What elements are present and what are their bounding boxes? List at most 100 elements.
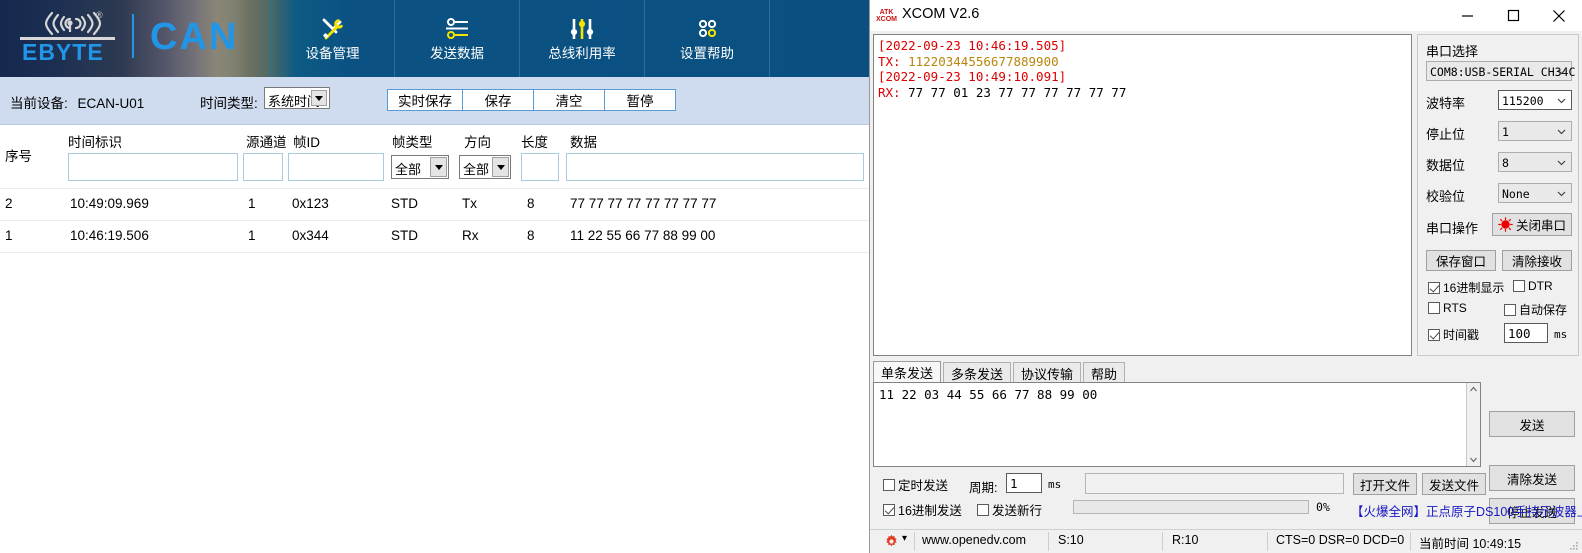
product-name: CAN: [150, 16, 239, 58]
com-port-select[interactable]: COM8:USB-SERIAL CH34C: [1426, 61, 1575, 81]
hex-display-checkbox[interactable]: 16进制显示: [1428, 279, 1504, 296]
column-header-time: 时间标识: [68, 135, 122, 150]
filter-time-input[interactable]: [68, 153, 238, 181]
clear-send-button[interactable]: 清除发送: [1489, 465, 1575, 491]
scroll-down-icon[interactable]: [1467, 453, 1480, 466]
cell-seq: 1: [5, 228, 13, 243]
file-path-input[interactable]: [1085, 473, 1344, 494]
signal-status-label: CTS=0 DSR=0 DCD=0: [1276, 533, 1405, 547]
chevron-down-icon[interactable]: [430, 157, 447, 177]
chevron-down-icon: [1557, 69, 1566, 75]
filter-length-input[interactable]: [521, 153, 559, 181]
ecan-application: ® EBYTE CAN 设备管理 发送数据 总线利用率 设置帮助 当前设备: E…: [0, 0, 869, 553]
menu-item-settings-help[interactable]: 设置帮助: [645, 0, 770, 77]
sliders-icon: [444, 16, 470, 42]
realtime-save-button[interactable]: 实时保存: [387, 89, 463, 111]
tab-single-send[interactable]: 单条发送: [873, 361, 942, 383]
minimize-icon[interactable]: [1444, 0, 1490, 31]
timestamp-text: [2022-09-23 10:49:10.091]: [878, 69, 1067, 84]
log-line-rx: RX: 77 77 01 23 77 77 77 77 77 77: [878, 85, 1407, 101]
send-textarea[interactable]: 11 22 03 44 55 66 77 88 99 00: [873, 382, 1481, 467]
filter-channel-input[interactable]: [243, 153, 283, 181]
menu-item-device-management[interactable]: 设备管理: [270, 0, 395, 77]
send-newline-checkbox[interactable]: 发送新行: [977, 500, 1042, 519]
cell-time: 10:49:09.969: [70, 196, 149, 211]
stop-bits-select[interactable]: 1: [1498, 121, 1572, 141]
menu-item-bus-utilization[interactable]: 总线利用率: [520, 0, 645, 77]
table-row[interactable]: 1 10:46:19.506 1 0x344 STD Rx 8 11 22 55…: [0, 221, 869, 252]
dtr-label: DTR: [1528, 279, 1553, 293]
tab-protocol-transfer[interactable]: 协议传输: [1013, 362, 1082, 383]
maximize-icon[interactable]: [1490, 0, 1536, 31]
save-window-button[interactable]: 保存窗口: [1426, 250, 1496, 271]
dtr-checkbox[interactable]: DTR: [1513, 279, 1553, 293]
column-header-frame-type: 帧类型: [392, 135, 433, 150]
clear-button[interactable]: 清空: [533, 89, 605, 111]
data-bits-label: 数据位: [1426, 158, 1466, 173]
table-row[interactable]: 2 10:49:09.969 1 0x123 STD Tx 8 77 77 77…: [0, 189, 869, 220]
data-bits-select[interactable]: 8: [1498, 152, 1572, 172]
save-button[interactable]: 保存: [462, 89, 534, 111]
open-file-button[interactable]: 打开文件: [1353, 473, 1417, 495]
equalizer-icon: [569, 16, 595, 42]
clear-receive-button[interactable]: 清除接收: [1502, 250, 1572, 271]
receive-display[interactable]: [2022-09-23 10:46:19.505] TX: 1122034455…: [873, 34, 1412, 356]
close-icon[interactable]: [1536, 0, 1582, 31]
cell-direction: Tx: [462, 196, 477, 211]
chevron-down-icon[interactable]: [311, 90, 327, 106]
resize-grip-icon[interactable]: [1569, 541, 1579, 551]
checkbox-box: [1428, 302, 1440, 314]
website-label[interactable]: www.openedv.com: [922, 533, 1026, 547]
rts-checkbox[interactable]: RTS: [1428, 301, 1467, 315]
auto-save-checkbox[interactable]: 自动保存: [1504, 301, 1567, 318]
brand-name: EBYTE: [22, 39, 104, 65]
timestamp-text: [2022-09-23 10:46:19.505]: [878, 38, 1067, 53]
status-divider: [1267, 532, 1268, 551]
send-file-button[interactable]: 发送文件: [1422, 473, 1486, 495]
scroll-up-icon[interactable]: [1467, 383, 1480, 396]
status-divider: [1162, 532, 1163, 551]
log-line-timestamp: [2022-09-23 10:46:19.505]: [878, 38, 1407, 54]
hex-send-checkbox[interactable]: 16进制发送: [883, 500, 962, 519]
time-type-select[interactable]: 系统时间: [264, 87, 330, 109]
cell-seq: 2: [5, 196, 13, 211]
red-indicator-icon: [1498, 217, 1513, 232]
checkbox-box: [883, 503, 895, 516]
menu-item-send-data[interactable]: 发送数据: [395, 0, 520, 77]
status-divider: [1048, 532, 1049, 551]
filter-frame-type-select[interactable]: 全部: [391, 155, 449, 179]
tab-help[interactable]: 帮助: [1083, 362, 1126, 383]
timestamp-checkbox[interactable]: 时间戳: [1428, 326, 1479, 343]
send-mode-tabs: 单条发送 多条发送 协议传输 帮助: [873, 361, 1127, 383]
gear-dropdown-icon[interactable]: ▾: [902, 533, 907, 544]
filter-direction-select[interactable]: 全部: [459, 155, 511, 179]
send-text-value: 11 22 03 44 55 66 77 88 99 00: [879, 387, 1098, 402]
gear-icon[interactable]: [884, 534, 899, 549]
send-scrollbar[interactable]: [1466, 383, 1480, 466]
pause-button[interactable]: 暂停: [604, 89, 676, 111]
tab-multi-send[interactable]: 多条发送: [943, 362, 1012, 383]
checkbox-box: [1428, 328, 1440, 341]
baud-rate-select[interactable]: 115200: [1498, 90, 1572, 110]
filter-data-input[interactable]: [566, 153, 864, 181]
ms-unit-label: ms: [1554, 328, 1568, 341]
serial-operation-label: 串口操作: [1426, 221, 1479, 236]
screen-root: ® EBYTE CAN 设备管理 发送数据 总线利用率 设置帮助 当前设备: E…: [0, 0, 1582, 553]
icon-text-bottom: XCOM: [876, 15, 897, 23]
period-input[interactable]: [1006, 473, 1042, 493]
filter-frame-id-input[interactable]: [288, 153, 384, 181]
tx-label: TX:: [878, 53, 901, 69]
close-serial-button[interactable]: 关闭串口: [1492, 213, 1572, 236]
chevron-down-icon[interactable]: [492, 157, 509, 177]
advertisement-link[interactable]: 【火爆全网】正点原子DS100手持示波器上市: [1351, 501, 1582, 520]
send-progress-bar: [1073, 500, 1309, 514]
parity-select[interactable]: None: [1498, 183, 1572, 203]
xcom-window: ATK XCOM XCOM V2.6 [2022-09-23 10:46:19.…: [869, 0, 1582, 553]
xcom-titlebar[interactable]: ATK XCOM XCOM V2.6: [870, 0, 1582, 31]
send-button[interactable]: 发送: [1489, 411, 1575, 437]
timed-send-checkbox[interactable]: 定时发送: [883, 475, 948, 494]
rx-label: RX:: [878, 84, 901, 100]
current-device-value: ECAN-U01: [77, 96, 145, 111]
timestamp-interval-input[interactable]: [1504, 323, 1548, 343]
chevron-down-icon: [1557, 129, 1566, 135]
